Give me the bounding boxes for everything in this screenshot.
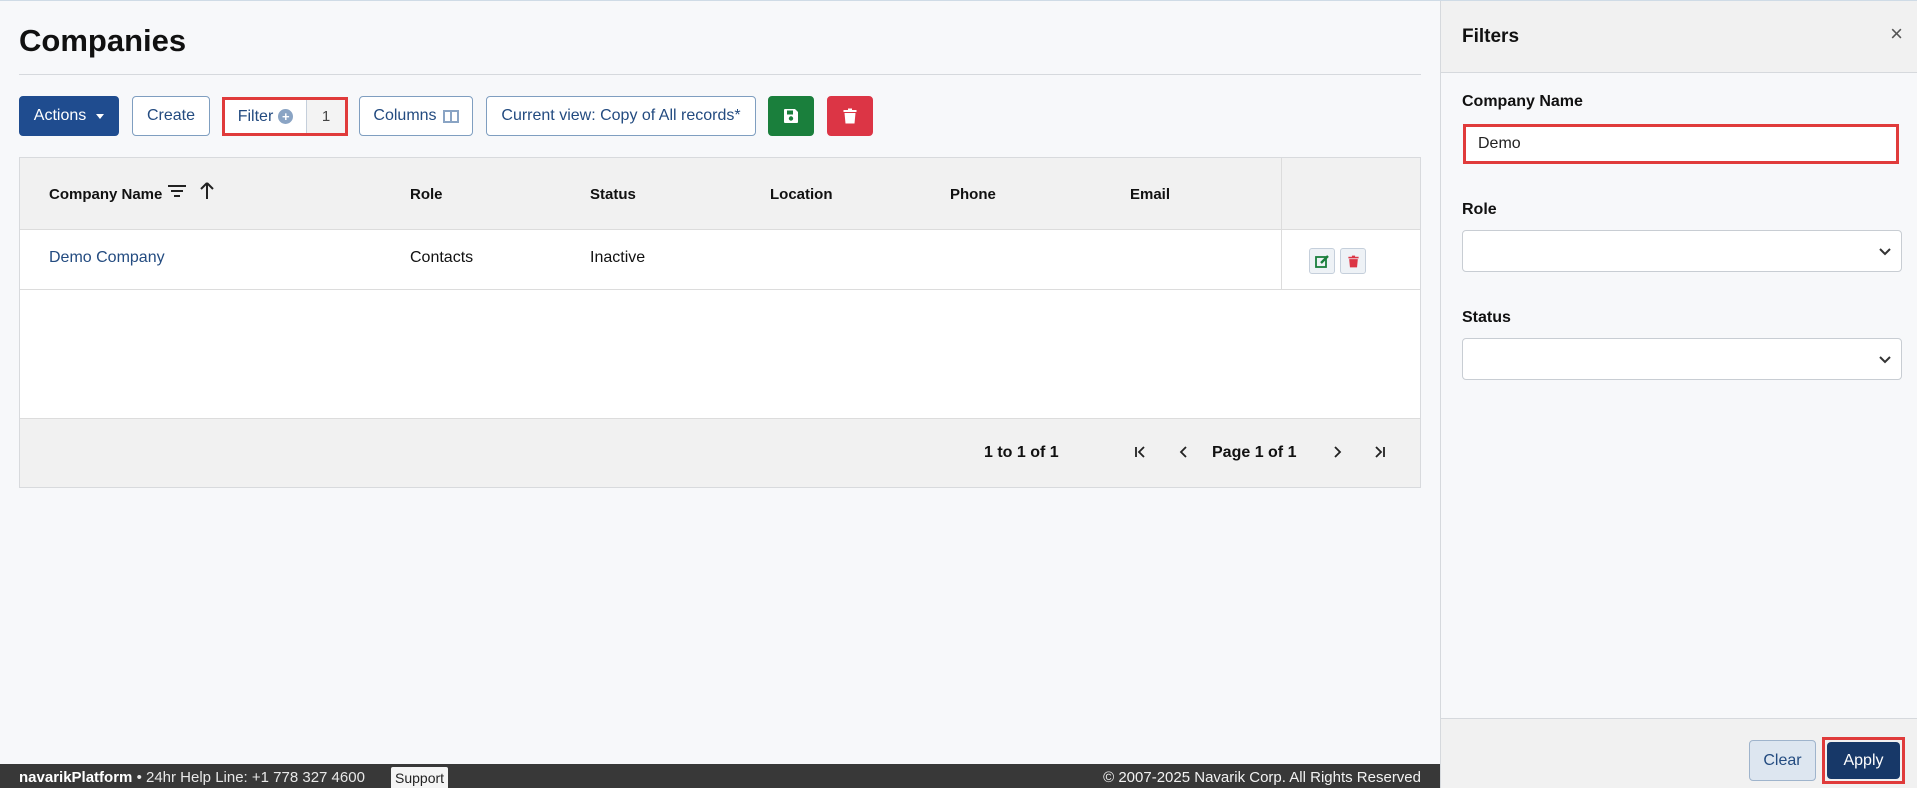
filter-count-badge[interactable]: 1 <box>307 100 345 133</box>
edit-icon <box>1314 254 1329 268</box>
columns-label: Columns <box>373 107 437 124</box>
column-header-tools <box>168 182 214 200</box>
current-view-label: Current view: Copy of All records* <box>501 107 741 124</box>
filter-button-group[interactable]: Filter + 1 <box>222 97 348 136</box>
table-header: Company Name Role Status Location Phone … <box>20 158 1420 230</box>
trash-icon <box>843 108 857 124</box>
cell-status: Inactive <box>590 249 646 266</box>
floppy-disk-icon <box>784 109 798 123</box>
cell-role: Contacts <box>410 249 474 266</box>
company-name-link[interactable]: Demo Company <box>49 249 165 267</box>
previous-page-button[interactable] <box>1173 441 1195 463</box>
footer-helpline: • 24hr Help Line: +1 778 327 4600 <box>136 769 365 786</box>
trash-icon <box>1347 255 1359 267</box>
company-name-input[interactable] <box>1463 124 1899 164</box>
status-bar: navarikPlatform • 24hr Help Line: +1 778… <box>0 764 1440 788</box>
role-label: Role <box>1462 201 1497 218</box>
page-title: Companies <box>19 23 187 58</box>
current-view-button[interactable]: Current view: Copy of All records* <box>486 96 756 136</box>
column-header-role[interactable]: Role <box>410 186 443 203</box>
footer-copyright: © 2007-2025 Navarik Corp. All Rights Res… <box>1103 769 1421 786</box>
edit-row-button[interactable] <box>1309 248 1335 274</box>
chevron-down-icon <box>1879 248 1891 256</box>
pagination-bar: 1 to 1 of 1 Page 1 of 1 <box>20 418 1420 487</box>
support-button[interactable]: Support <box>391 767 449 788</box>
delete-view-button[interactable] <box>827 96 873 136</box>
sort-ascending-arrow-icon[interactable] <box>200 182 214 200</box>
filters-panel: Filters × Company Name Role Status Clear… <box>1440 1 1917 788</box>
create-button[interactable]: Create <box>132 96 210 136</box>
company-name-label: Company Name <box>1462 93 1583 110</box>
caret-down-icon <box>96 113 105 119</box>
chevron-left-icon <box>1179 446 1187 458</box>
column-header-location[interactable]: Location <box>770 186 833 203</box>
table-row: Demo Company Contacts Inactive <box>20 230 1420 290</box>
column-header-email[interactable]: Email <box>1130 186 1170 203</box>
filter-label: Filter <box>237 107 274 125</box>
actions-label: Actions <box>33 107 87 124</box>
main-content: Companies Actions Create Filter + 1 Colu… <box>0 1 1440 764</box>
status-label: Status <box>1462 309 1511 326</box>
close-icon[interactable]: × <box>1890 23 1903 45</box>
footer-brand: navarikPlatform <box>19 769 133 786</box>
last-page-icon <box>1375 446 1385 458</box>
first-page-icon <box>1135 446 1145 458</box>
create-label: Create <box>146 107 196 124</box>
role-select[interactable] <box>1462 230 1902 272</box>
filter-button[interactable]: Filter + <box>225 100 307 133</box>
apply-button-highlight: Apply <box>1822 737 1905 784</box>
title-divider <box>19 74 1421 75</box>
chevron-right-icon <box>1334 446 1342 458</box>
filter-lines-icon[interactable] <box>168 184 186 198</box>
last-page-button[interactable] <box>1368 441 1390 463</box>
status-select[interactable] <box>1462 338 1902 380</box>
column-header-company-name[interactable]: Company Name <box>49 186 162 203</box>
columns-icon <box>442 109 459 123</box>
apply-button[interactable]: Apply <box>1827 742 1900 779</box>
first-page-button[interactable] <box>1130 441 1152 463</box>
delete-row-button[interactable] <box>1340 248 1366 274</box>
next-page-button[interactable] <box>1326 441 1348 463</box>
actions-button[interactable]: Actions <box>19 96 119 136</box>
footer-info: navarikPlatform • 24hr Help Line: +1 778… <box>19 769 365 786</box>
column-header-phone[interactable]: Phone <box>950 186 996 203</box>
clear-button[interactable]: Clear <box>1749 740 1816 781</box>
filters-panel-title: Filters <box>1462 26 1520 47</box>
filters-panel-header: Filters × <box>1441 1 1917 73</box>
plus-circle-icon: + <box>278 109 294 124</box>
columns-button[interactable]: Columns <box>359 96 473 136</box>
companies-table: Company Name Role Status Location Phone … <box>19 157 1421 488</box>
column-header-status[interactable]: Status <box>590 186 636 203</box>
record-range: 1 to 1 of 1 <box>984 444 1059 461</box>
page-indicator: Page 1 of 1 <box>1212 444 1297 461</box>
save-view-button[interactable] <box>768 96 814 136</box>
filters-panel-footer: Clear Apply <box>1441 718 1917 788</box>
chevron-down-icon <box>1879 356 1891 364</box>
